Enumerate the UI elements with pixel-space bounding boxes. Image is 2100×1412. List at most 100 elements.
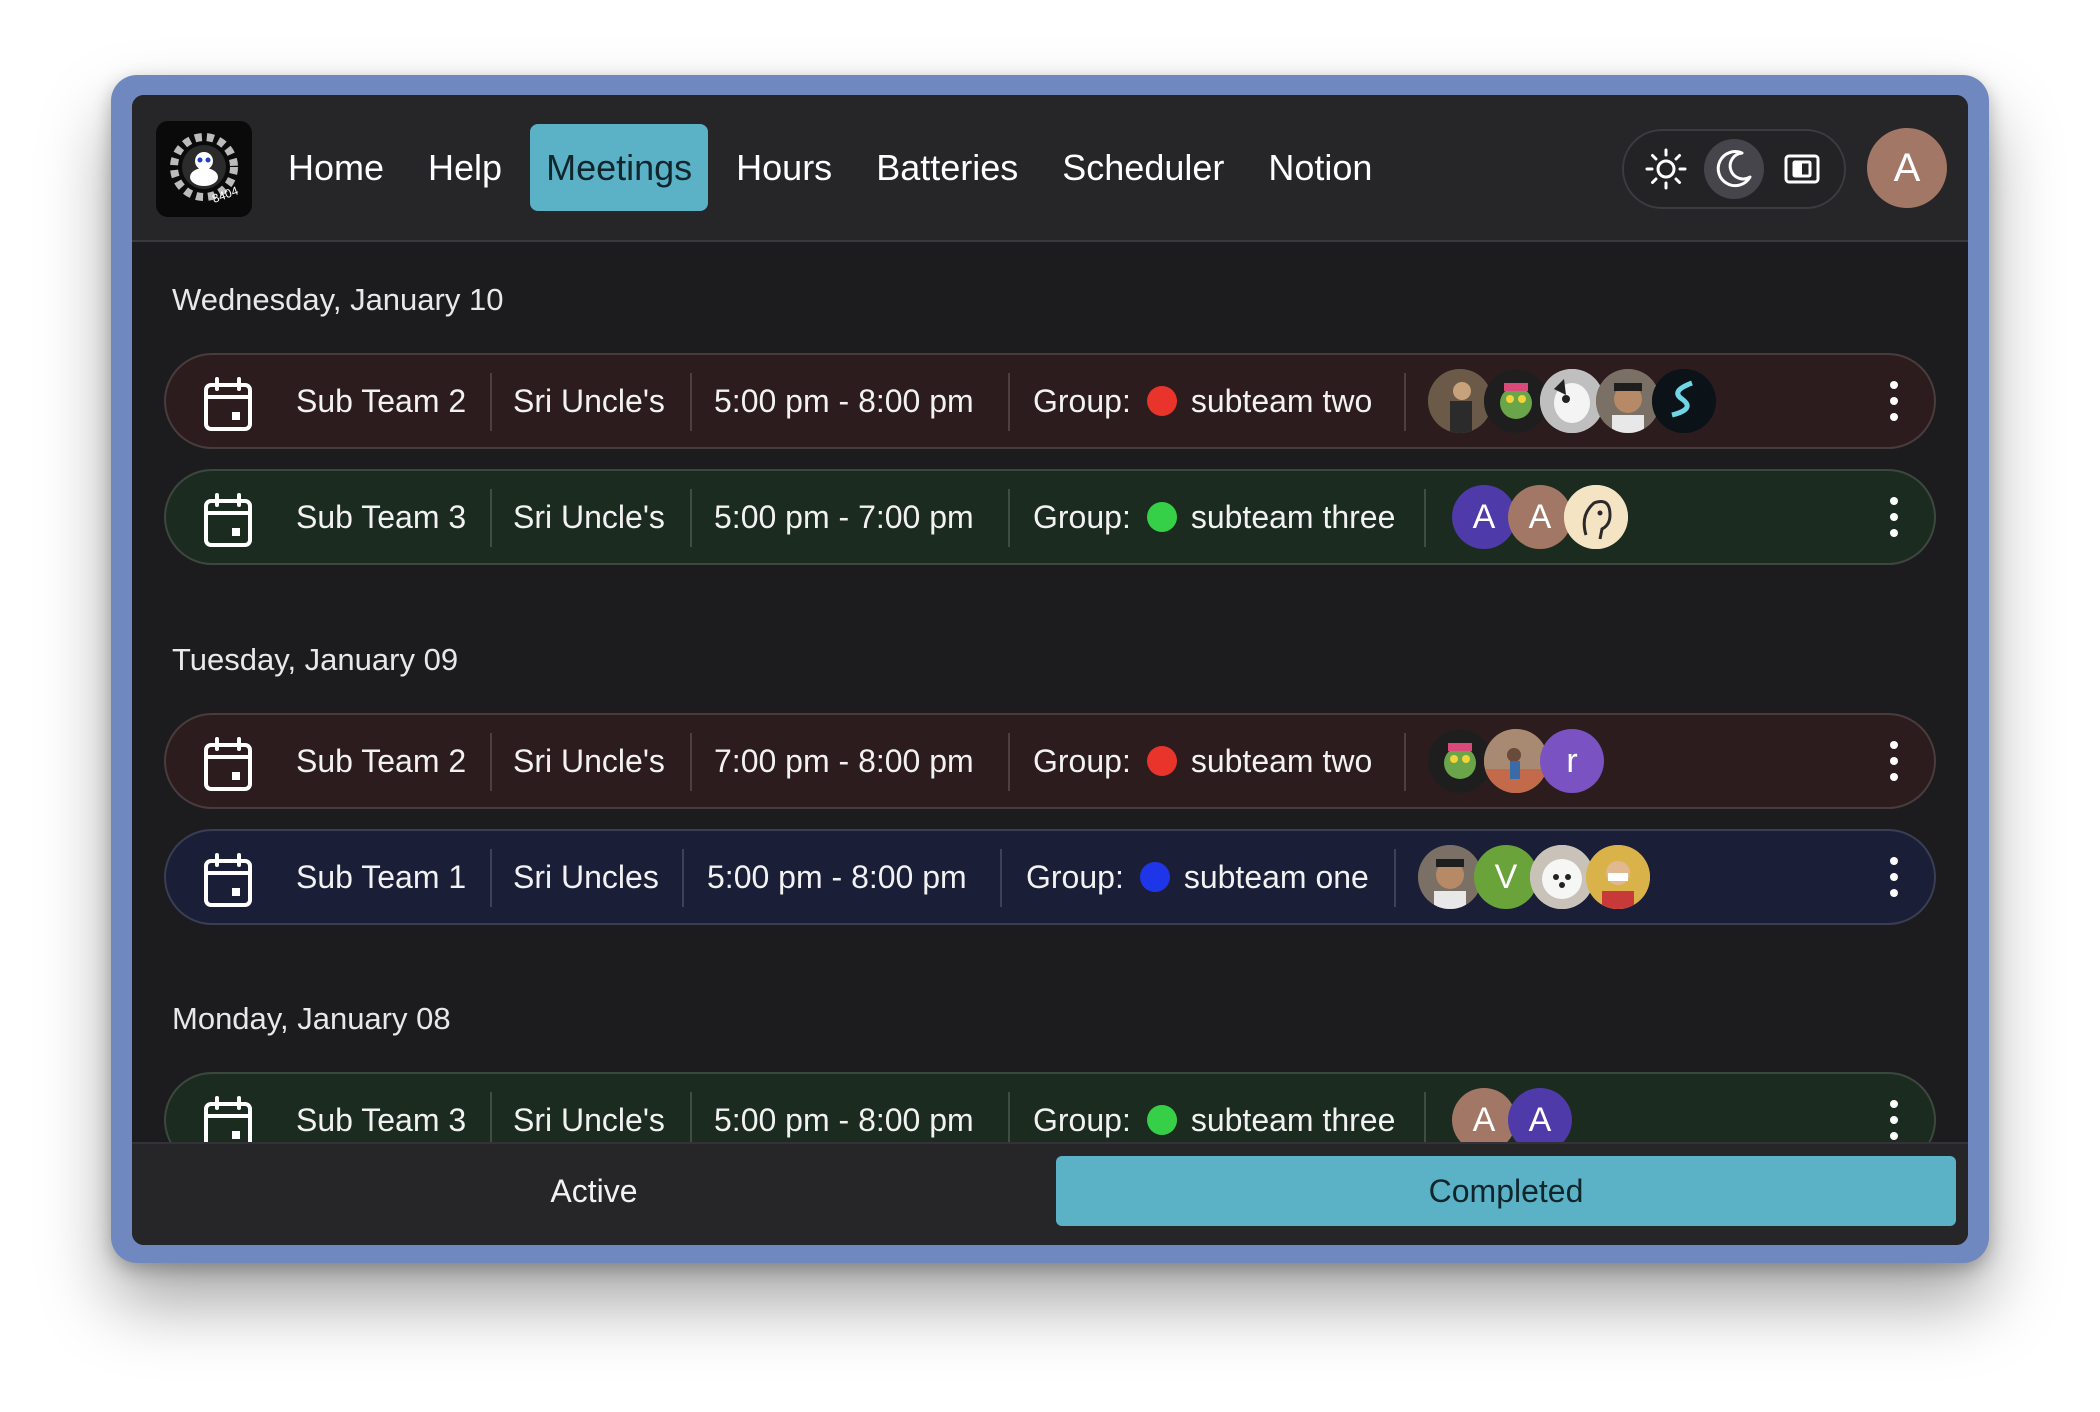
photo-avatar-icon [1428, 729, 1492, 793]
nav-help[interactable]: Help [412, 124, 518, 211]
attendee-avatar[interactable] [1428, 729, 1492, 793]
group-label: Group: [1033, 383, 1131, 419]
moon-icon [1716, 150, 1752, 188]
attendee-avatar[interactable] [1652, 369, 1716, 433]
attendee-avatar[interactable]: r [1540, 729, 1604, 793]
divider [1008, 1092, 1010, 1142]
light-theme-button[interactable] [1636, 139, 1696, 199]
group-info: Group: subteam two [1033, 715, 1372, 807]
photo-avatar-icon [1530, 845, 1594, 909]
meeting-row[interactable]: Sub Team 2 Sri Uncle's 7:00 pm - 8:00 pm… [164, 713, 1936, 809]
divider [690, 1092, 692, 1142]
time-range: 5:00 pm - 8:00 pm [707, 859, 967, 895]
divider [1394, 849, 1396, 907]
attendee-avatar[interactable] [1428, 369, 1492, 433]
contrast-monitor-icon [1784, 154, 1820, 184]
tab-active[interactable]: Active [144, 1156, 1044, 1226]
location: Sri Uncle's [513, 383, 665, 419]
location: Sri Uncle's [513, 743, 665, 779]
system-theme-button[interactable] [1772, 139, 1832, 199]
more-options-icon[interactable] [1890, 741, 1898, 781]
divider [690, 733, 692, 791]
divider [1404, 733, 1406, 791]
divider [1008, 373, 1010, 431]
team-logo[interactable]: 8404 [156, 121, 252, 217]
more-options-icon[interactable] [1890, 381, 1898, 421]
photo-avatar-icon [1484, 369, 1548, 433]
user-avatar[interactable]: A [1867, 128, 1947, 208]
more-options-icon[interactable] [1890, 497, 1898, 537]
location: Sri Uncle's [513, 1102, 665, 1138]
location: Sri Uncles [513, 859, 659, 895]
meeting-row[interactable]: Sub Team 1 Sri Uncles 5:00 pm - 8:00 pm … [164, 829, 1936, 925]
time-range: 5:00 pm - 7:00 pm [714, 499, 974, 535]
group-color-dot [1146, 746, 1177, 776]
group-info: Group: subteam three [1033, 1074, 1395, 1142]
group-label: Group: [1033, 743, 1131, 779]
meeting-row[interactable]: Sub Team 3 Sri Uncle's 5:00 pm - 8:00 pm… [164, 1072, 1936, 1142]
tab-completed[interactable]: Completed [1056, 1156, 1956, 1226]
group-info: Group: subteam one [1026, 831, 1369, 923]
attendee-avatar[interactable] [1418, 845, 1482, 909]
time-range: 5:00 pm - 8:00 pm [714, 1102, 974, 1138]
attendee-avatar[interactable]: A [1508, 1088, 1572, 1142]
photo-avatar-icon [1586, 845, 1650, 909]
divider [490, 489, 492, 547]
calendar-icon [204, 377, 252, 431]
divider [1008, 489, 1010, 547]
group-name: subteam one [1183, 859, 1369, 895]
attendee-avatar[interactable] [1540, 369, 1604, 433]
divider [1008, 733, 1010, 791]
group-name: subteam three [1190, 1102, 1396, 1138]
attendee-avatar[interactable]: A [1452, 1088, 1516, 1142]
nav-hours[interactable]: Hours [720, 124, 848, 211]
nav-scheduler[interactable]: Scheduler [1046, 124, 1240, 211]
team-name: Sub Team 3 [296, 499, 467, 535]
group-info: Group: subteam three [1033, 471, 1395, 563]
gear-robot-logo-icon: 8404 [170, 133, 240, 206]
status-tabs: Active Completed [132, 1142, 1968, 1245]
photo-avatar-icon [1596, 369, 1660, 433]
group-name: subteam three [1190, 499, 1396, 535]
group-info: Group: subteam two [1033, 355, 1372, 447]
group-color-dot [1146, 386, 1177, 416]
divider [1424, 1092, 1426, 1142]
time-range: 5:00 pm - 8:00 pm [714, 383, 974, 419]
attendee-avatar[interactable] [1484, 729, 1548, 793]
meeting-row[interactable]: Sub Team 2 Sri Uncle's 5:00 pm - 8:00 pm… [164, 353, 1936, 449]
group-label: Group: [1033, 1102, 1131, 1138]
attendee-avatar[interactable] [1586, 845, 1650, 909]
attendee-avatar[interactable] [1564, 485, 1628, 549]
divider [490, 1092, 492, 1142]
attendee-avatar[interactable] [1484, 369, 1548, 433]
calendar-icon [204, 737, 252, 791]
divider [1424, 489, 1426, 547]
meeting-row[interactable]: Sub Team 3 Sri Uncle's 5:00 pm - 7:00 pm… [164, 469, 1936, 565]
calendar-icon [204, 853, 252, 907]
dark-theme-button[interactable] [1704, 139, 1764, 199]
photo-avatar-icon [1652, 369, 1716, 433]
date-header: Monday, January 08 [172, 1001, 451, 1036]
divider [690, 373, 692, 431]
group-name: subteam two [1190, 383, 1373, 419]
more-options-icon[interactable] [1890, 857, 1898, 897]
svg-text:8404: 8404 [210, 183, 240, 205]
nav-meetings[interactable]: Meetings [530, 124, 709, 211]
attendee-avatar[interactable] [1596, 369, 1660, 433]
divider [1404, 373, 1406, 431]
calendar-icon [204, 1096, 252, 1142]
nav-notion[interactable]: Notion [1252, 124, 1388, 211]
more-options-icon[interactable] [1890, 1100, 1898, 1140]
attendee-avatar[interactable] [1530, 845, 1594, 909]
main-nav: Home Help Meetings Hours Batteries Sched… [272, 124, 1388, 211]
nav-home[interactable]: Home [272, 124, 400, 211]
attendee-avatar[interactable]: A [1452, 485, 1516, 549]
attendee-avatar[interactable]: A [1508, 485, 1572, 549]
divider [1000, 849, 1002, 907]
team-name: Sub Team 1 [296, 859, 467, 895]
divider [490, 373, 492, 431]
group-name: subteam two [1190, 743, 1373, 779]
group-color-dot [1146, 502, 1177, 532]
attendee-avatar[interactable]: V [1474, 845, 1538, 909]
nav-batteries[interactable]: Batteries [860, 124, 1034, 211]
